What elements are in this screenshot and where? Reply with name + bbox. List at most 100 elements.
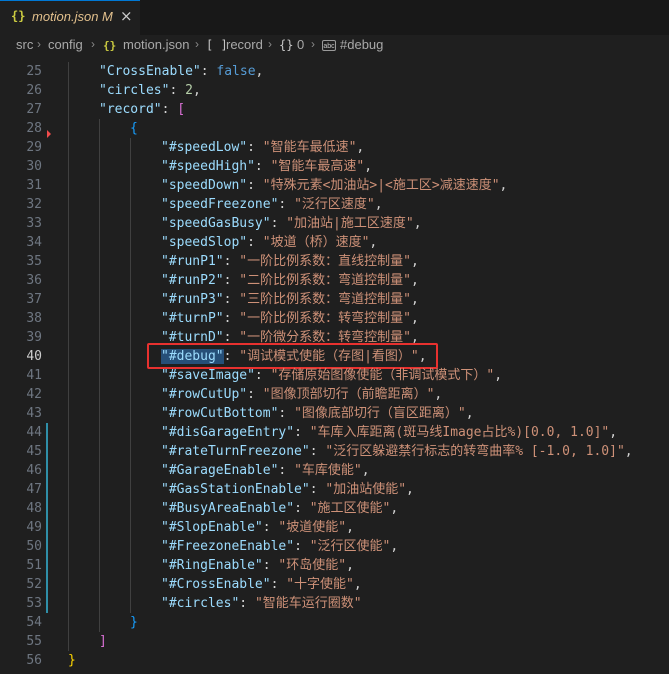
code-line[interactable]: 31 "speedDown": "特殊元素<加油站>|<施工区>减速速度",	[0, 176, 669, 195]
indent-guide	[68, 62, 69, 651]
code-line[interactable]: 38 "#turnP": "一阶比例系数：转弯控制量",	[0, 309, 669, 328]
code-content: "#GasStationEnable": "加油站使能",	[161, 480, 414, 499]
code-line[interactable]: 32 "speedFreezone": "泛行区速度",	[0, 195, 669, 214]
code-line[interactable]: 50 "#FreezoneEnable": "泛行区使能",	[0, 537, 669, 556]
token: :	[278, 197, 295, 212]
code-line[interactable]: 54}	[0, 613, 669, 632]
token: ,	[624, 444, 633, 459]
json-key: "record"	[99, 102, 162, 117]
code-editor[interactable]: 25 "CrossEnable": false, 26 "circles": 2, 27…	[0, 57, 669, 674]
code-line[interactable]: 36 "#runP2": "二阶比例系数：弯道控制量",	[0, 271, 669, 290]
code-line[interactable]: 53 "#circles": "智能车运行圈数"	[0, 594, 669, 613]
token: :	[278, 463, 295, 478]
token: ,	[465, 406, 474, 421]
code-content: "#CrossEnable": "十字使能",	[161, 575, 362, 594]
line-number: 33	[26, 216, 42, 231]
json-key: "#GarageEnable"	[161, 463, 279, 478]
token: :	[247, 140, 263, 155]
token: ,	[353, 577, 362, 592]
chevron-right-icon: ›	[37, 37, 41, 51]
code-line[interactable]: 49 "#SlopEnable": "坡道使能",	[0, 518, 669, 537]
code-line[interactable]: 51 "#RingEnable": "环岛使能",	[0, 556, 669, 575]
code-line[interactable]: 46 "#GarageEnable": "车库使能",	[0, 461, 669, 480]
code-line[interactable]: 40 "#debug": "调试模式使能（存图|看图）",	[0, 347, 669, 366]
line-number: 28	[26, 121, 42, 136]
code-content: "#disGarageEntry": "车库入库距离(斑马线Image占比%)[…	[161, 423, 617, 442]
token: :	[262, 520, 279, 535]
line-number: 32	[26, 197, 42, 212]
code-line[interactable]: 48 "#BusyAreaEnable": "施工区使能",	[0, 499, 669, 518]
code-line[interactable]: 37 "#runP3": "三阶比例系数：弯道控制量",	[0, 290, 669, 309]
breadcrumb-config[interactable]: config	[48, 37, 83, 52]
token: ,	[255, 64, 264, 79]
token: :	[247, 387, 263, 402]
string-icon: abc	[322, 40, 336, 51]
code-line[interactable]: 26 "circles": 2,	[0, 81, 669, 100]
line-number: 26	[26, 83, 42, 98]
code-content: "#rateTurnFreezone": "泛行区躲避禁行标志的转弯曲率% [-…	[161, 442, 633, 461]
line-number: 35	[26, 254, 42, 269]
token: ,	[406, 482, 414, 497]
close-icon[interactable]: ×	[120, 7, 133, 25]
token: ,	[410, 273, 419, 288]
line-number: 34	[26, 235, 42, 250]
json-key: "#circles"	[161, 596, 240, 611]
code-content: "speedFreezone": "泛行区速度",	[161, 195, 383, 214]
token: ,	[410, 254, 419, 269]
token: :	[278, 406, 295, 421]
code-line[interactable]: 56}	[0, 651, 669, 670]
code-content: }	[68, 651, 76, 670]
json-key: "speedGasBusy"	[161, 216, 271, 231]
code-content: "#FreezoneEnable": "泛行区使能",	[161, 537, 398, 556]
code-line[interactable]: 41 "#saveImage": "存储原始图像使能（非调试模式下）",	[0, 366, 669, 385]
code-content: "record": [	[99, 100, 185, 119]
code-line[interactable]: 28 {	[0, 119, 669, 138]
json-key: "CrossEnable"	[99, 64, 201, 79]
breadcrumb-src[interactable]: src	[16, 37, 33, 52]
token: :	[223, 330, 240, 345]
indent-guide	[99, 119, 100, 632]
breadcrumb-key[interactable]: #debug	[340, 37, 383, 52]
json-key: "#runP1"	[161, 254, 224, 269]
line-number: 52	[26, 577, 42, 592]
code-line[interactable]: 29 "#speedLow": "智能车最低速",	[0, 138, 669, 157]
code-line[interactable]: 55]	[0, 632, 669, 651]
json-string: "存储原始图像使能（非调试模式下）"	[270, 368, 495, 383]
line-number: 25	[26, 64, 42, 79]
code-line[interactable]: 34 "speedSlop": "坡道（桥）速度",	[0, 233, 669, 252]
token: ,	[369, 235, 378, 250]
code-line[interactable]: 42 "#rowCutUp": "图像顶部切行（前瞻距离）",	[0, 385, 669, 404]
code-line[interactable]: 35 "#runP1": "一阶比例系数：直线控制量",	[0, 252, 669, 271]
json-key: "circles"	[99, 83, 170, 98]
token: ,	[390, 539, 399, 554]
token: :	[294, 425, 310, 440]
breadcrumb-file[interactable]: motion.json	[123, 37, 189, 52]
code-line[interactable]: 45 "#rateTurnFreezone": "泛行区躲避禁行标志的转弯曲率% …	[0, 442, 669, 461]
code-line[interactable]: 39 "#turnD": "一阶微分系数：转弯控制量",	[0, 328, 669, 347]
code-line[interactable]: 33 "speedGasBusy": "加油站|施工区速度",	[0, 214, 669, 233]
code-line[interactable]: 52 "#CrossEnable": "十字使能",	[0, 575, 669, 594]
tab-motion-json[interactable]: {} motion.json M ×	[0, 0, 140, 35]
json-string: "调试模式使能（存图|看图）"	[239, 349, 419, 364]
json-string: "加油站使能"	[325, 482, 407, 497]
token: ,	[418, 349, 427, 364]
code-line[interactable]: 27 "record": [	[0, 100, 669, 119]
json-file-icon: {}	[103, 39, 117, 52]
token: ,	[374, 197, 383, 212]
code-line[interactable]: 44 "#disGarageEntry": "车库入库距离(斑马线Image占比%…	[0, 423, 669, 442]
json-string: "智能车最低速"	[262, 140, 357, 155]
code-line[interactable]: 25 "CrossEnable": false,	[0, 62, 669, 81]
breadcrumb-record[interactable]: record	[226, 37, 263, 52]
code-line[interactable]: 47 "#GasStationEnable": "加油站使能",	[0, 480, 669, 499]
json-key: "#debug"	[161, 349, 224, 364]
json-key: "speedSlop"	[161, 235, 248, 250]
token: :	[223, 254, 240, 269]
code-line[interactable]: 43 "#rowCutBottom": "图像底部切行（盲区距离）",	[0, 404, 669, 423]
line-number: 51	[26, 558, 42, 573]
code-line[interactable]: 30 "#speedHigh": "智能车最高速",	[0, 157, 669, 176]
breadcrumb-index[interactable]: 0	[297, 37, 304, 52]
json-number: 2	[185, 83, 193, 98]
token: :	[200, 64, 217, 79]
json-key: "#runP3"	[161, 292, 224, 307]
indent-guide	[130, 138, 131, 613]
